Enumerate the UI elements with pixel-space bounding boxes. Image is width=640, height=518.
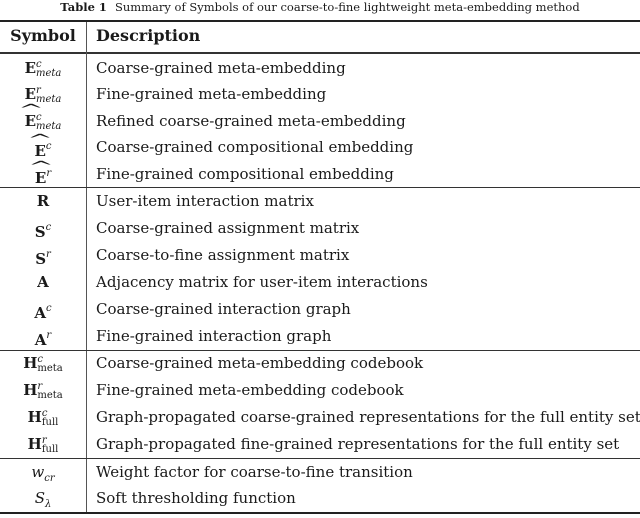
table-row: Sr Coarse-to-fine assignment matrix	[0, 242, 640, 268]
description-cell: Coarse-grained meta-embedding codebook	[96, 354, 424, 372]
description-cell: Graph-propagated fine-grained representa…	[96, 435, 620, 453]
table-label: Table 1	[60, 0, 107, 14]
table-row: A Adjacency matrix for user-item interac…	[0, 269, 640, 295]
description-cell: Refined coarse-grained meta-embedding	[96, 112, 406, 130]
symbol-cell: Ac	[34, 303, 52, 322]
bottom-rule	[0, 512, 640, 514]
description-cell: Fine-grained meta-embedding codebook	[96, 381, 404, 399]
description-cell: Graph-propagated coarse-grained represen…	[96, 408, 640, 426]
table-row: Hc meta Coarse-grained meta-embedding cod…	[0, 350, 640, 376]
header-description: Description	[96, 26, 201, 45]
table-row: wcr Weight factor for coarse-to-fine tra…	[0, 459, 640, 485]
description-cell: Weight factor for coarse-to-fine transit…	[96, 463, 413, 481]
description-cell: Coarse-grained compositional embedding	[96, 138, 414, 156]
table-row: Sc Coarse-grained assignment matrix	[0, 215, 640, 241]
description-cell: Fine-grained compositional embedding	[96, 165, 394, 183]
table-row: Hr meta Fine-grained meta-embedding codeb…	[0, 377, 640, 403]
table-row: Ec meta Coarse-grained meta-embedding	[0, 55, 640, 81]
table-row: Hr full Graph-propagated fine-grained rep…	[0, 431, 640, 457]
symbol-cell: A	[37, 273, 49, 291]
symbol-cell: Ecmeta	[24, 59, 62, 79]
table-caption: Table 1 Summary of Symbols of our coarse-…	[0, 0, 640, 14]
top-rule	[0, 20, 640, 22]
description-cell: Coarse-to-fine assignment matrix	[96, 246, 350, 264]
symbol-cell: Hc meta	[23, 354, 63, 374]
table-row: Er Fine-grained compositional embedding	[0, 161, 640, 187]
description-cell: Fine-grained interaction graph	[96, 327, 332, 345]
description-cell: Fine-grained meta-embedding	[96, 85, 327, 103]
description-cell: Coarse-grained meta-embedding	[96, 59, 346, 77]
table-row: R User-item interaction matrix	[0, 188, 640, 214]
table-row: Hc full Graph-propagated coarse-grained r…	[0, 404, 640, 430]
symbol-cell: Sr	[35, 249, 51, 268]
description-cell: Coarse-grained assignment matrix	[96, 219, 360, 237]
table-row: Sλ Soft thresholding function	[0, 485, 640, 511]
symbol-cell: Hr meta	[23, 381, 63, 401]
header-row: Symbol Description	[0, 23, 640, 49]
symbol-cell: Ar	[34, 330, 52, 349]
table-row: Er meta Fine-grained meta-embedding	[0, 81, 640, 107]
symbol-cell: R	[36, 192, 50, 210]
header-symbol: Symbol	[10, 26, 76, 45]
symbol-cell: Hc full	[27, 408, 59, 428]
table-row: Ar Fine-grained interaction graph	[0, 323, 640, 349]
header-rule	[0, 52, 640, 54]
description-cell: User-item interaction matrix	[96, 192, 314, 210]
symbol-cell: Hr full	[27, 435, 59, 455]
table-row: Ec Coarse-grained compositional embeddin…	[0, 134, 640, 160]
caption-text: Summary of Symbols of our coarse-to-fine…	[114, 0, 580, 14]
description-cell: Coarse-grained interaction graph	[96, 300, 351, 318]
table-row: Ac Coarse-grained interaction graph	[0, 296, 640, 322]
symbol-cell: Sc	[34, 222, 52, 241]
table-row: Ecmeta Refined coarse-grained meta-embed…	[0, 108, 640, 134]
description-cell: Adjacency matrix for user-item interacti…	[96, 273, 428, 291]
description-cell: Soft thresholding function	[96, 489, 296, 507]
